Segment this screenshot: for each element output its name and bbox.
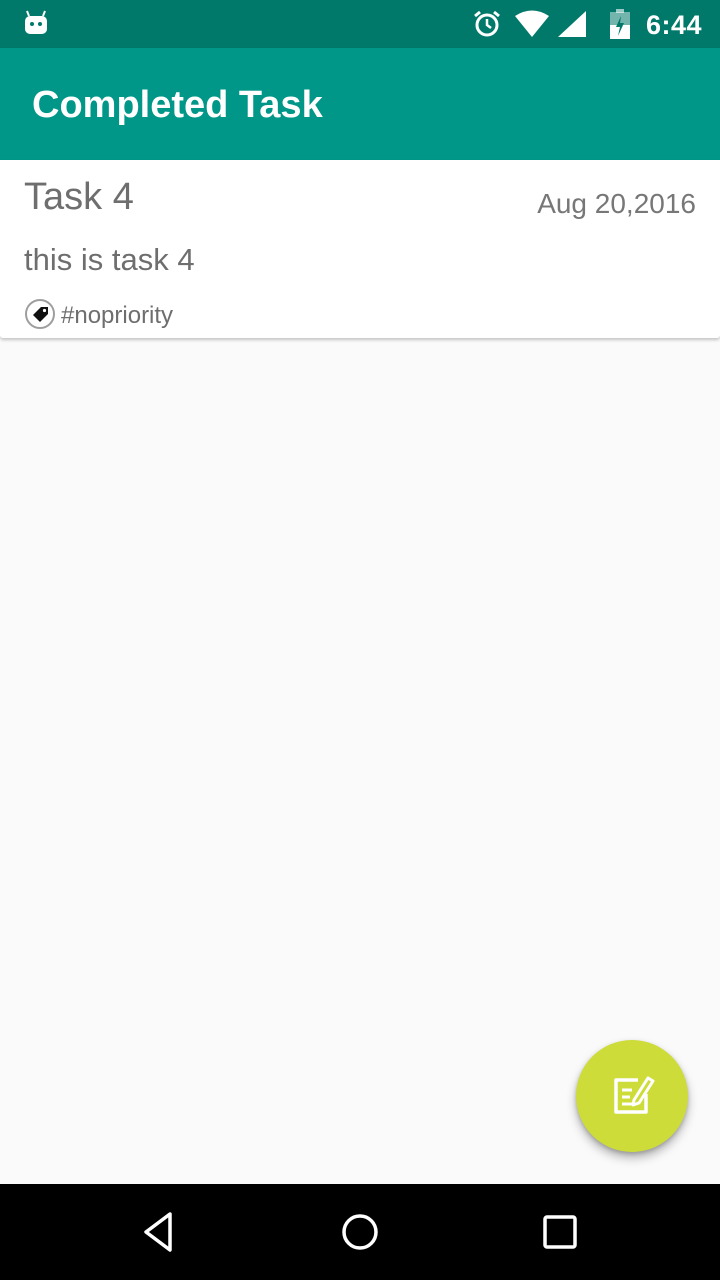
navigation-bar xyxy=(0,1184,720,1280)
task-date: Aug 20,2016 xyxy=(537,188,696,219)
signal-icon xyxy=(558,11,586,37)
recents-icon[interactable] xyxy=(536,1208,584,1256)
add-task-fab[interactable] xyxy=(576,1040,688,1152)
task-card[interactable]: Task 4 Aug 20,2016 this is task 4 #nopri… xyxy=(0,160,720,338)
task-description: this is task 4 xyxy=(24,242,195,277)
page-title: Completed Task xyxy=(32,84,323,126)
edit-note-icon xyxy=(614,1076,655,1114)
alarm-icon xyxy=(474,10,500,37)
task-list: Task 4 Aug 20,2016 this is task 4 #nopri… xyxy=(0,160,720,1184)
task-title: Task 4 xyxy=(24,176,134,218)
home-icon[interactable] xyxy=(336,1208,384,1256)
battery-icon xyxy=(610,9,630,39)
status-bar: 6:44 xyxy=(0,0,720,48)
wifi-icon xyxy=(515,10,549,37)
tag-icon xyxy=(25,299,55,329)
app-bar: Completed Task xyxy=(0,48,720,160)
status-clock: 6:44 xyxy=(646,10,703,40)
task-tag-label: #nopriority xyxy=(61,302,174,329)
android-icon xyxy=(25,10,47,34)
back-icon[interactable] xyxy=(136,1208,184,1256)
